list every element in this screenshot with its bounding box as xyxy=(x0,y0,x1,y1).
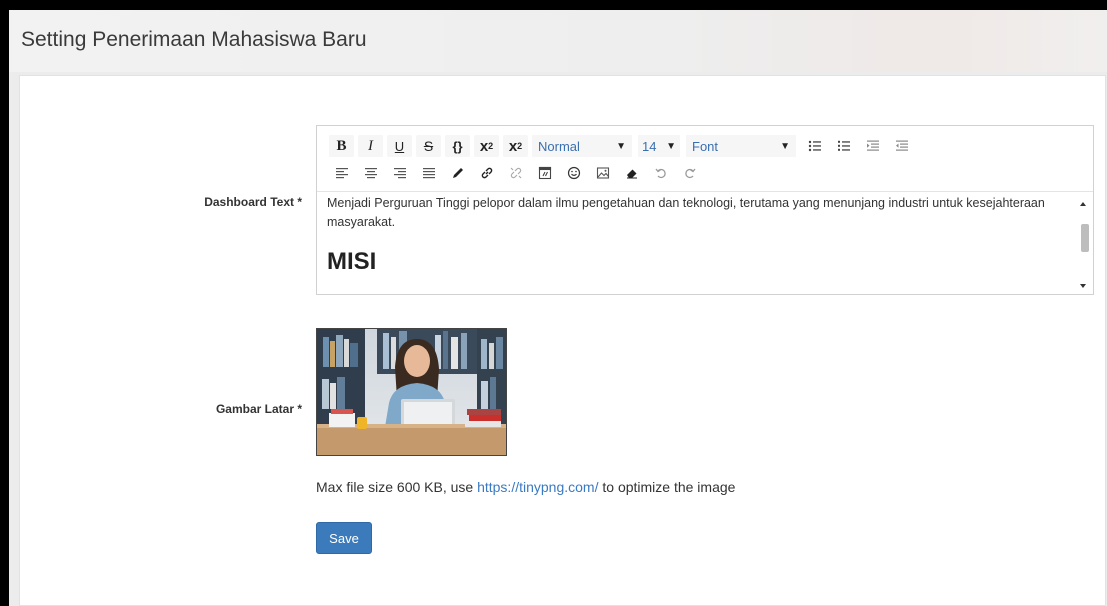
editor-scrollbar[interactable] xyxy=(1077,192,1093,294)
toolbar-row-2 xyxy=(329,162,706,184)
clear-format-button[interactable] xyxy=(619,162,644,184)
numbered-list-icon xyxy=(837,140,850,151)
smiley-icon xyxy=(567,166,580,180)
save-button[interactable]: Save xyxy=(316,522,372,554)
outdent-button[interactable] xyxy=(889,135,914,157)
subscript-button[interactable]: x2 xyxy=(503,135,528,157)
align-left-button[interactable] xyxy=(329,162,354,184)
editor-heading: MISI xyxy=(327,248,377,275)
help-text-after: to optimize the image xyxy=(598,479,736,495)
size-select-value: 14 xyxy=(642,138,657,154)
scroll-down-arrow-icon[interactable] xyxy=(1080,284,1086,288)
background-image-preview xyxy=(316,328,507,456)
undo-icon xyxy=(654,168,666,179)
align-left-icon xyxy=(335,168,348,179)
chevron-down-icon: ▼ xyxy=(780,140,790,152)
align-justify-icon xyxy=(422,168,435,179)
page-title: Setting Penerimaan Mahasiswa Baru xyxy=(21,28,367,51)
settings-form-panel: Dashboard Text * B I U S {} x2 x2 Normal… xyxy=(19,75,1106,606)
outdent-icon xyxy=(895,140,908,151)
rich-text-editor[interactable]: B I U S {} x2 x2 Normal ▼ 14 ▼ Font ▼ Me… xyxy=(316,125,1094,295)
superscript-base: x xyxy=(479,137,489,155)
align-right-button[interactable] xyxy=(387,162,412,184)
code-view-button[interactable] xyxy=(532,162,557,184)
format-select-value: Normal xyxy=(538,138,580,154)
subscript-base: x xyxy=(508,137,518,155)
insert-link-button[interactable] xyxy=(474,162,499,184)
emoji-button[interactable] xyxy=(561,162,586,184)
color-button[interactable] xyxy=(445,162,470,184)
align-right-icon xyxy=(393,168,406,179)
superscript-button[interactable]: x2 xyxy=(474,135,499,157)
insert-image-button[interactable] xyxy=(590,162,615,184)
numbered-list-button[interactable] xyxy=(831,135,856,157)
dashboard-text-label: Dashboard Text * xyxy=(204,195,302,209)
align-center-button[interactable] xyxy=(358,162,383,184)
format-select[interactable]: Normal ▼ xyxy=(532,135,632,157)
size-select[interactable]: 14 ▼ xyxy=(638,135,680,157)
help-text-before: Max file size 600 KB, use xyxy=(316,479,478,495)
align-center-icon xyxy=(364,168,377,179)
code-button[interactable]: {} xyxy=(445,135,470,157)
indent-button[interactable] xyxy=(860,135,885,157)
editor-paragraph: Menjadi Perguruan Tinggi pelopor dalam i… xyxy=(327,196,1045,229)
eraser-icon xyxy=(626,169,637,179)
editor-toolbar: B I U S {} x2 x2 Normal ▼ 14 ▼ Font ▼ xyxy=(317,126,1093,192)
scrollbar-thumb[interactable] xyxy=(1081,224,1089,252)
unlink-icon xyxy=(510,167,521,179)
chevron-down-icon: ▼ xyxy=(616,140,626,152)
editor-content-area[interactable]: Menjadi Perguruan Tinggi pelopor dalam i… xyxy=(317,192,1075,294)
app-frame: Setting Penerimaan Mahasiswa Baru Dashbo… xyxy=(9,10,1107,606)
file-size-help-text: Max file size 600 KB, use https://tinypn… xyxy=(316,479,735,495)
font-select[interactable]: Font ▼ xyxy=(686,135,796,157)
remove-link-button[interactable] xyxy=(503,162,528,184)
page-header: Setting Penerimaan Mahasiswa Baru xyxy=(9,10,1107,72)
background-image-label: Gambar Latar * xyxy=(215,402,302,416)
tinypng-link[interactable]: https://tinypng.com/ xyxy=(477,479,598,495)
code-view-icon xyxy=(538,166,551,180)
undo-button[interactable] xyxy=(648,162,673,184)
superscript-mark: 2 xyxy=(488,141,494,151)
bold-button[interactable]: B xyxy=(329,135,354,157)
student-photo-illustration xyxy=(317,329,506,455)
underline-button[interactable]: U xyxy=(387,135,412,157)
align-justify-button[interactable] xyxy=(416,162,441,184)
strikethrough-button[interactable]: S xyxy=(416,135,441,157)
chevron-down-icon: ▼ xyxy=(666,140,676,152)
link-icon xyxy=(481,167,492,179)
bullet-list-icon xyxy=(808,140,821,152)
image-icon xyxy=(596,167,609,179)
redo-button[interactable] xyxy=(677,162,702,184)
bullet-list-button[interactable] xyxy=(802,135,827,157)
pen-icon xyxy=(452,168,463,178)
redo-icon xyxy=(684,168,696,179)
indent-icon xyxy=(866,140,879,151)
italic-button[interactable]: I xyxy=(358,135,383,157)
toolbar-row-1: B I U S {} x2 x2 Normal ▼ 14 ▼ Font ▼ xyxy=(329,135,918,157)
subscript-mark: 2 xyxy=(517,141,523,151)
font-select-value: Font xyxy=(692,138,719,154)
scroll-up-arrow-icon[interactable] xyxy=(1080,202,1086,206)
